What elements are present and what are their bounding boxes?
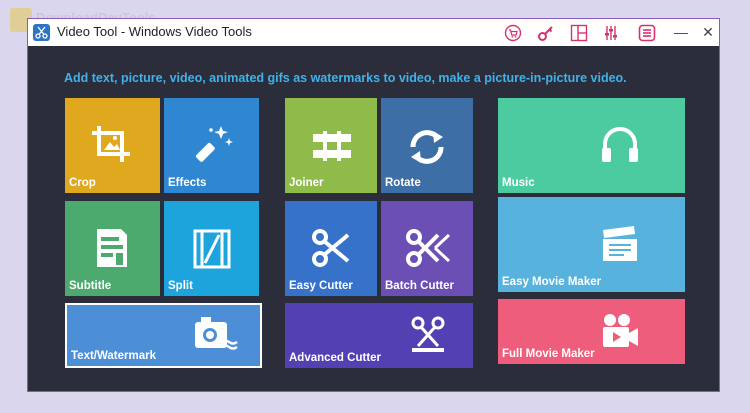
tile-effects[interactable]: Effects: [164, 98, 259, 193]
tile-full-movie-maker-label: Full Movie Maker: [502, 348, 595, 360]
tile-batch-cutter-label: Batch Cutter: [385, 280, 455, 292]
tile-easy-movie-maker-label: Easy Movie Maker: [502, 276, 602, 288]
tile-effects-label: Effects: [168, 177, 207, 189]
camera-watermark-icon: [193, 316, 239, 359]
headline-text: Add text, picture, video, animated gifs …: [64, 71, 627, 85]
tile-joiner[interactable]: Joiner: [285, 98, 377, 193]
advanced-scissors-icon: [410, 316, 446, 359]
rotate-icon: [405, 125, 449, 174]
tile-easy-cutter[interactable]: Easy Cutter: [285, 201, 377, 296]
clapperboard-icon: [600, 225, 640, 268]
tile-text-watermark[interactable]: Text/Watermark: [65, 303, 262, 368]
tile-rotate[interactable]: Rotate: [381, 98, 473, 193]
tile-rotate-label: Rotate: [385, 177, 421, 189]
tile-joiner-label: Joiner: [289, 177, 324, 189]
app-window: Video Tool - Windows Video Tools — ✕ Add…: [27, 18, 720, 392]
tile-subtitle[interactable]: Subtitle: [65, 201, 160, 296]
tile-split[interactable]: Split: [164, 201, 259, 296]
magic-wand-icon: [191, 122, 235, 171]
tile-music-label: Music: [502, 177, 535, 189]
tile-subtitle-label: Subtitle: [69, 280, 112, 292]
tile-text-watermark-label: Text/Watermark: [71, 350, 157, 362]
tile-easy-cutter-label: Easy Cutter: [289, 280, 353, 292]
joiner-icon: [311, 131, 353, 166]
key-icon[interactable]: [537, 24, 555, 42]
film-split-icon: [193, 229, 231, 274]
scissors-icon: [311, 228, 351, 273]
cart-icon[interactable]: [504, 24, 522, 42]
tile-full-movie-maker[interactable]: Full Movie Maker: [498, 299, 685, 364]
minimize-button[interactable]: —: [671, 22, 691, 42]
batch-scissors-icon: [405, 228, 451, 273]
settings-sliders-icon[interactable]: [602, 24, 620, 42]
tile-easy-movie-maker[interactable]: Easy Movie Maker: [498, 197, 685, 292]
tile-split-label: Split: [168, 280, 193, 292]
headphones-icon: [600, 126, 640, 169]
title-bar: Video Tool - Windows Video Tools — ✕: [28, 19, 719, 46]
tile-advanced-cutter[interactable]: Advanced Cutter: [285, 303, 473, 368]
tile-crop-label: Crop: [69, 177, 96, 189]
layout-icon[interactable]: [570, 24, 588, 42]
tile-crop[interactable]: Crop: [65, 98, 160, 193]
tile-advanced-cutter-label: Advanced Cutter: [289, 352, 382, 364]
crop-icon: [90, 124, 132, 169]
movie-camera-icon: [600, 312, 640, 355]
tile-batch-cutter[interactable]: Batch Cutter: [381, 201, 473, 296]
subtitle-document-icon: [95, 227, 129, 274]
scissors-app-icon: [33, 24, 50, 41]
menu-icon[interactable]: [638, 24, 656, 42]
tile-music[interactable]: Music: [498, 98, 685, 193]
window-title: Video Tool - Windows Video Tools: [57, 24, 252, 39]
close-button[interactable]: ✕: [698, 22, 718, 42]
